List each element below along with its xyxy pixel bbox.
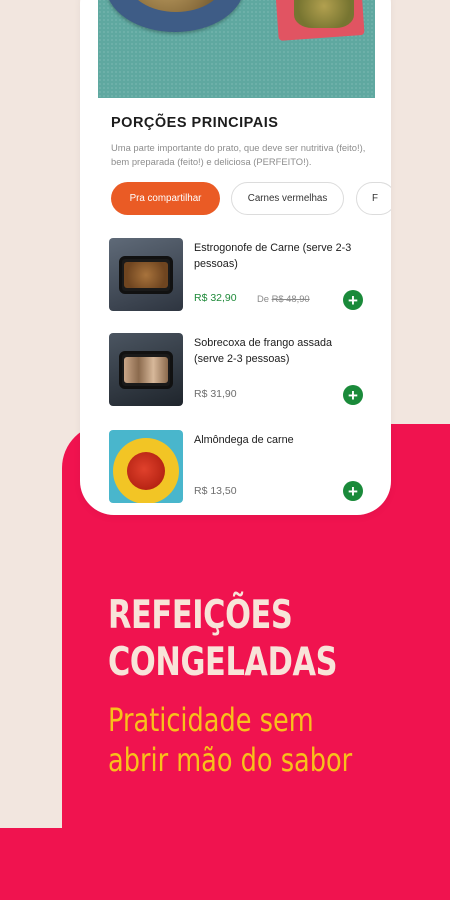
product-old-price: De R$ 48,90 <box>257 293 310 304</box>
product-item[interactable]: Estrogonofe de Carne (serve 2-3 pessoas)… <box>109 238 369 320</box>
promo-headline: REFEIÇÕES CONGELADAS <box>108 592 365 686</box>
add-to-cart-button[interactable]: + <box>343 385 363 405</box>
category-chips: Pra compartilhar Carnes vermelhas F <box>111 182 391 216</box>
product-price: R$ 32,90 <box>194 292 237 304</box>
product-image <box>109 430 183 503</box>
chicken-thigh-image <box>124 357 168 383</box>
product-price: R$ 31,90 <box>194 388 237 400</box>
product-item[interactable]: Almôndega de carne R$ 13,50 + <box>109 430 369 512</box>
section-description: Uma parte importante do prato, que deve … <box>111 142 366 167</box>
old-price-prefix: De <box>257 293 269 304</box>
product-image <box>109 333 183 406</box>
section-title: PORÇÕES PRINCIPAIS <box>111 115 279 131</box>
meatball-image <box>127 452 165 490</box>
bag-food-image <box>294 0 354 28</box>
promo-subheadline-line2: abrir mão do sabor <box>108 741 353 779</box>
chip-carnes-vermelhas[interactable]: Carnes vermelhas <box>231 182 344 215</box>
add-to-cart-button[interactable]: + <box>343 481 363 501</box>
product-name: Almôndega de carne <box>194 434 294 446</box>
old-price-value: R$ 48,90 <box>271 293 310 304</box>
hero-food-image <box>98 0 375 98</box>
product-image <box>109 238 183 311</box>
promo-headline-line1: REFEIÇÕES <box>108 593 293 638</box>
product-price: R$ 13,50 <box>194 485 237 497</box>
product-item[interactable]: Sobrecoxa de frango assada (serve 2-3 pe… <box>109 333 369 415</box>
chip-pra-compartilhar[interactable]: Pra compartilhar <box>111 182 220 215</box>
promo-subheadline-line1: Praticidade sem <box>108 701 314 739</box>
promo-headline-line2: CONGELADAS <box>108 640 338 685</box>
phone-screen: PORÇÕES PRINCIPAIS Uma parte importante … <box>80 0 391 515</box>
stroganoff-image <box>124 262 168 288</box>
promo-background-bottom <box>0 828 450 900</box>
product-name: Estrogonofe de Carne (serve 2-3 pessoas) <box>194 242 352 270</box>
chip-next[interactable]: F <box>356 182 391 215</box>
product-name: Sobrecoxa de frango assada (serve 2-3 pe… <box>194 337 333 365</box>
promo-subheadline: Praticidade sem abrir mão do sabor <box>108 700 372 780</box>
add-to-cart-button[interactable]: + <box>343 290 363 310</box>
